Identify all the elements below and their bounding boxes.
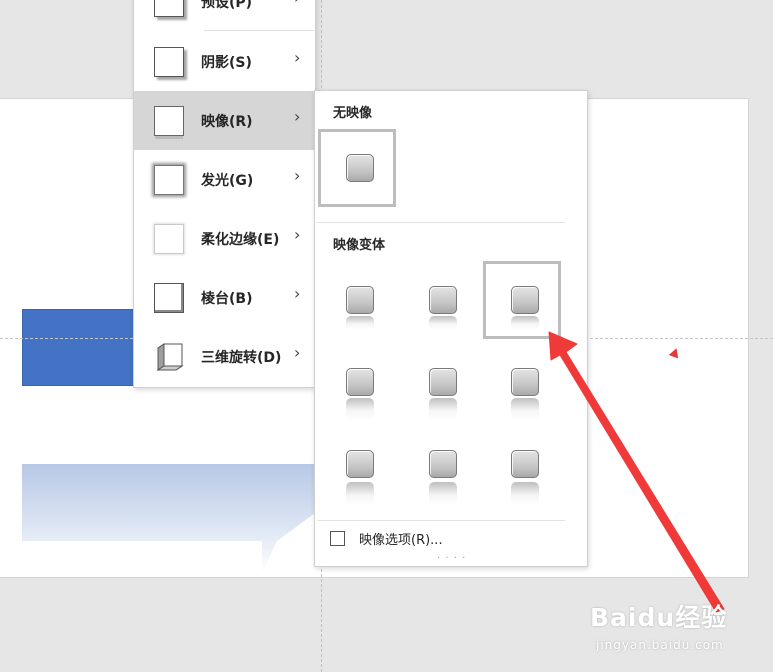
annotation-arrow: [548, 331, 725, 613]
baidu-watermark-url: jingyan.baidu.com: [596, 638, 724, 652]
baidu-watermark-logo: Baidu经验: [590, 603, 728, 632]
